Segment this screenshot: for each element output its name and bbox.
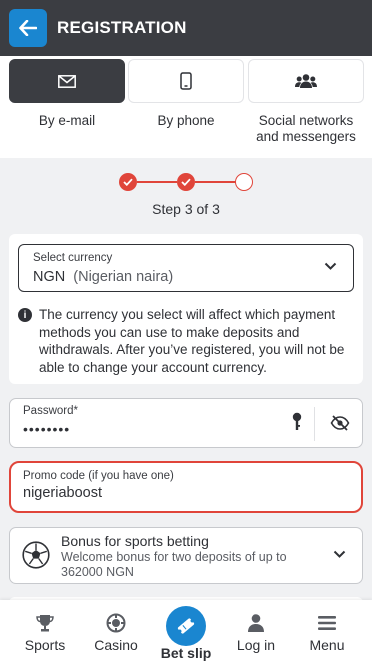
- nav-bet-slip[interactable]: Bet slip: [149, 600, 223, 666]
- password-label: Password*: [23, 405, 78, 417]
- registration-stepper: Step 3 of 3: [0, 158, 372, 230]
- method-label: By e-mail: [38, 113, 96, 128]
- step-2-complete: [177, 173, 195, 191]
- nav-label: Casino: [94, 637, 138, 653]
- method-tile[interactable]: [248, 59, 364, 103]
- currency-info-text: The currency you select will affect whic…: [39, 307, 345, 375]
- key-icon[interactable]: [292, 412, 302, 432]
- chevron-down-icon: [333, 550, 346, 558]
- currency-code: NGN: [33, 269, 66, 285]
- ticket-icon: [177, 618, 195, 634]
- nav-label: Sports: [24, 637, 66, 653]
- field-divider: [314, 407, 315, 441]
- method-email-tab[interactable]: By e-mail: [9, 59, 125, 129]
- nav-casino[interactable]: Casino: [79, 600, 153, 666]
- soccer-ball-icon: [22, 541, 50, 569]
- promo-code-field[interactable]: Promo code (if you have one) nigeriaboos…: [9, 461, 363, 513]
- promo-code-input[interactable]: nigeriaboost: [23, 485, 102, 501]
- info-icon: i: [18, 308, 32, 322]
- bet-slip-button[interactable]: [166, 606, 206, 646]
- currency-info: i The currency you select will affect wh…: [18, 306, 354, 376]
- user-icon: [248, 614, 264, 632]
- header-bar: REGISTRATION: [0, 0, 372, 56]
- bonus-select[interactable]: Bonus for sports betting Welcome bonus f…: [9, 527, 363, 584]
- chevron-down-icon: [324, 262, 337, 270]
- currency-select-label: Select currency: [33, 252, 113, 264]
- method-tile[interactable]: [128, 59, 244, 103]
- nav-label: Bet slip: [160, 645, 212, 661]
- method-label: By phone: [157, 113, 215, 128]
- check-icon: [181, 178, 191, 186]
- check-icon: [123, 178, 133, 186]
- users-icon: [295, 74, 317, 88]
- password-field[interactable]: Password* ••••••••: [9, 398, 363, 448]
- method-phone-tab[interactable]: By phone: [128, 59, 244, 129]
- nav-login[interactable]: Log in: [219, 600, 293, 666]
- bonus-title: Bonus for sports betting: [61, 533, 209, 549]
- step-connector: [195, 181, 236, 183]
- step-3-current: [235, 173, 253, 191]
- step-counter: Step 3 of 3: [152, 201, 220, 217]
- phone-icon: [180, 72, 192, 90]
- currency-card: Select currency NGN (Nigerian naira) i T…: [9, 234, 363, 384]
- hamburger-menu-icon: [318, 616, 336, 630]
- currency-select[interactable]: Select currency NGN (Nigerian naira): [18, 244, 354, 292]
- arrow-left-icon: [19, 20, 37, 36]
- casino-chip-icon: [106, 613, 126, 633]
- bonus-description: Welcome bonus for two deposits of up to …: [61, 550, 287, 579]
- page-title: REGISTRATION: [57, 18, 187, 37]
- back-button[interactable]: [9, 9, 47, 47]
- currency-select-value: NGN (Nigerian naira): [33, 269, 173, 285]
- currency-name: (Nigerian naira): [73, 269, 174, 285]
- bottom-navigation: Sports Casino Bet slip Log in Menu: [0, 600, 372, 666]
- eye-off-icon[interactable]: [330, 413, 350, 433]
- nav-menu[interactable]: Menu: [290, 600, 364, 666]
- step-connector: [137, 181, 177, 183]
- method-label: Social networks and messengers: [256, 113, 356, 144]
- trophy-icon: [36, 615, 54, 632]
- nav-label: Menu: [309, 637, 345, 653]
- method-tile[interactable]: [9, 59, 125, 103]
- registration-methods: By e-mail By phone Social networks and m…: [0, 56, 372, 158]
- password-input[interactable]: ••••••••: [23, 421, 70, 437]
- method-social-tab[interactable]: Social networks and messengers: [248, 59, 364, 145]
- nav-label: Log in: [236, 637, 276, 653]
- step-1-complete: [119, 173, 137, 191]
- nav-sports[interactable]: Sports: [8, 600, 82, 666]
- envelope-icon: [58, 74, 76, 88]
- promo-code-label: Promo code (if you have one): [23, 470, 174, 482]
